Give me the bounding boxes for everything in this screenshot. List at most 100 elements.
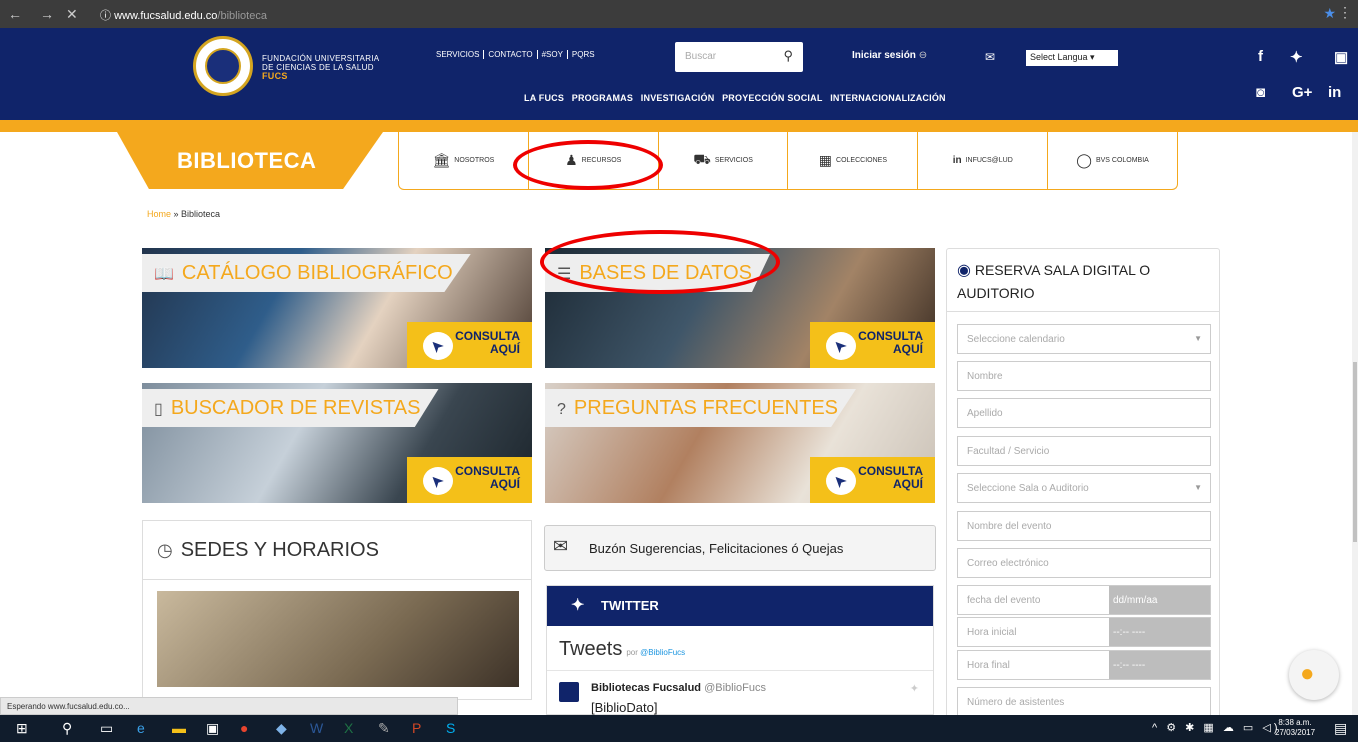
search-icon[interactable]: ⚲ <box>62 720 72 737</box>
account-avatar[interactable] <box>559 682 579 702</box>
hora-inicial-field[interactable]: Hora inicial --:-- ---- <box>957 617 1211 647</box>
site-info-icon[interactable]: ⓘ <box>100 10 111 22</box>
logo-line-1: FUNDACIÓN UNIVERSITARIA <box>262 54 380 63</box>
breadcrumb-separator: » <box>171 209 182 219</box>
notifications-icon[interactable]: ▤ <box>1334 720 1347 737</box>
facebook-icon[interactable]: f <box>1258 48 1263 65</box>
subnav-nosotros[interactable]: 🏛 NOSOTROS <box>399 132 529 189</box>
subnav-bvs-colombia[interactable]: ◯ BVS COLOMBIA <box>1048 132 1177 189</box>
powerpoint-icon[interactable]: P <box>412 720 421 736</box>
hora-final-input[interactable]: --:-- ---- <box>1109 651 1210 679</box>
calendario-select[interactable]: Seleccione calendario ▼ <box>957 324 1211 354</box>
search-box[interactable]: Buscar ⚲ <box>675 42 803 72</box>
twitter-bird-icon: ✦ <box>571 597 585 614</box>
nav-investigacion[interactable]: INVESTIGACIÓN <box>641 93 715 103</box>
caret-icon: ▼ <box>1194 334 1202 343</box>
fucs-logo[interactable] <box>193 36 253 96</box>
store-icon[interactable]: ▣ <box>206 720 219 737</box>
catalogo-banner[interactable]: 📖 CATÁLOGO BIBLIOGRÁFICO CONSULTAAQUÍ <box>142 248 532 368</box>
app-icon[interactable]: ◆ <box>276 720 287 737</box>
back-icon[interactable]: ← <box>8 6 22 22</box>
bookmark-star-icon[interactable]: ★ <box>1323 5 1336 22</box>
preguntas-consulta-button[interactable]: CONSULTAAQUÍ <box>810 457 935 503</box>
hora-final-field[interactable]: Hora final --:-- ---- <box>957 650 1211 680</box>
forward-icon[interactable]: → <box>40 6 54 22</box>
nombre-placeholder: Nombre <box>967 371 1003 382</box>
biblioteca-tab[interactable]: BIBLIOTECA <box>117 132 383 189</box>
orange-stripe <box>0 120 1358 132</box>
word-icon[interactable]: W <box>310 720 323 736</box>
edge-icon[interactable]: e <box>137 720 145 736</box>
top-links: SERVICIOS CONTACTO #SOY PQRS <box>432 50 599 59</box>
twitter-icon[interactable]: ✦ <box>1290 48 1303 66</box>
correo-field[interactable]: Correo electrónico <box>957 548 1211 578</box>
main-nav: LA FUCS PROGRAMAS INVESTIGACIÓN PROYECCI… <box>524 93 951 103</box>
sedes-title[interactable]: ◷ SEDES Y HORARIOS <box>157 539 379 562</box>
hora-inicial-input[interactable]: --:-- ---- <box>1109 618 1210 646</box>
preguntas-banner[interactable]: ? PREGUNTAS FRECUENTES CONSULTAAQUÍ <box>545 383 935 503</box>
status-bar: Esperando www.fucsalud.edu.co... <box>0 697 458 715</box>
paint-icon[interactable]: ✎ <box>378 720 390 737</box>
linkedin-icon[interactable]: in <box>1328 84 1341 101</box>
subnav-infucsalud[interactable]: in INFUCS@LUD <box>918 132 1049 189</box>
browser-toolbar: ← → ✕ ⓘ www.fucsalud.edu.co/biblioteca ★… <box>0 0 1358 28</box>
mail-icon[interactable]: ✉ <box>985 50 995 64</box>
top-link-pqrs[interactable]: PQRS <box>568 50 599 59</box>
file-explorer-icon[interactable]: ▬ <box>172 720 186 736</box>
tweet-author[interactable]: Bibliotecas Fucsalud @BiblioFucs <box>591 682 766 694</box>
browser-menu-icon[interactable]: ⋮ <box>1338 4 1352 21</box>
nav-proyeccion-social[interactable]: PROYECCIÓN SOCIAL <box>722 93 822 103</box>
facultad-field[interactable]: Facultad / Servicio <box>957 436 1211 466</box>
sala-select[interactable]: Seleccione Sala o Auditorio ▼ <box>957 473 1211 503</box>
nav-la-fucs[interactable]: LA FUCS <box>524 93 564 103</box>
system-tray[interactable]: ^ ⚙ ✱ ▦ ☁ ▭ ◁) <box>1152 721 1281 734</box>
breadcrumb-home[interactable]: Home <box>147 209 171 219</box>
correo-placeholder: Correo electrónico <box>967 558 1049 569</box>
windows-start-icon[interactable]: ⊞ <box>16 720 28 737</box>
evento-field[interactable]: Nombre del evento <box>957 511 1211 541</box>
googleplus-icon[interactable]: G+ <box>1292 84 1312 101</box>
bases-datos-consulta-button[interactable]: CONSULTAAQUÍ <box>810 322 935 368</box>
asistentes-field[interactable]: Número de asistentes <box>957 687 1211 717</box>
buzon-text: Buzón Sugerencias, Felicitaciones ó Quej… <box>589 541 844 556</box>
aqui-text: AQUÍ <box>490 477 520 491</box>
chrome-icon[interactable]: ● <box>240 720 248 736</box>
nombre-field[interactable]: Nombre <box>957 361 1211 391</box>
fecha-field[interactable]: fecha del evento dd/mm/aa <box>957 585 1211 615</box>
top-link-soy[interactable]: #SOY <box>538 50 568 59</box>
excel-icon[interactable]: X <box>344 720 353 736</box>
apellido-field[interactable]: Apellido <box>957 398 1211 428</box>
stop-icon[interactable]: ✕ <box>66 6 78 23</box>
login-link[interactable]: Iniciar sesión ⊖ <box>852 50 927 61</box>
reserva-title: ◉ RESERVA SALA DIGITAL O AUDITORIO <box>957 259 1207 304</box>
page-scrollbar[interactable] <box>1352 132 1358 715</box>
task-view-icon[interactable]: ▭ <box>100 720 113 737</box>
youtube-icon[interactable]: ▣ <box>1334 48 1348 66</box>
logo-line-3: FUCS <box>262 71 288 81</box>
sedes-title-text: SEDES Y HORARIOS <box>180 539 379 561</box>
fecha-input[interactable]: dd/mm/aa <box>1109 586 1210 614</box>
revistas-banner[interactable]: ▯ BUSCADOR DE REVISTAS CONSULTAAQUÍ <box>142 383 532 503</box>
language-select[interactable]: Select Langua ▾ <box>1026 50 1118 66</box>
logo-text[interactable]: FUNDACIÓN UNIVERSITARIA DE CIENCIAS DE L… <box>262 54 379 81</box>
instagram-icon[interactable]: ◙ <box>1256 84 1265 101</box>
top-link-servicios[interactable]: SERVICIOS <box>432 50 485 59</box>
address-bar[interactable]: ⓘ www.fucsalud.edu.co/biblioteca <box>100 7 267 23</box>
fecha-label: fecha del evento <box>967 595 1041 606</box>
nav-internacionalizacion[interactable]: INTERNACIONALIZACIÓN <box>830 93 946 103</box>
catalogo-consulta-button[interactable]: CONSULTAAQUÍ <box>407 322 532 368</box>
subnav-servicios[interactable]: ⛟ SERVICIOS <box>659 132 789 189</box>
skype-icon[interactable]: S <box>446 720 455 736</box>
clock-icon: ◷ <box>157 540 173 560</box>
nav-programas[interactable]: PROGRAMAS <box>572 93 633 103</box>
top-link-contacto[interactable]: CONTACTO <box>484 50 538 59</box>
tweets-handle-link[interactable]: @BiblioFucs <box>640 648 685 657</box>
search-icon[interactable]: ⚲ <box>783 48 793 64</box>
clock[interactable]: 8:38 a.m. 27/03/2017 <box>1275 718 1315 738</box>
chat-bubble-button[interactable]: ● <box>1289 650 1339 700</box>
revistas-consulta-button[interactable]: CONSULTAAQUÍ <box>407 457 532 503</box>
buzon-sugerencias-button[interactable]: ✉ Buzón Sugerencias, Felicitaciones ó Qu… <box>544 525 936 571</box>
subnav-colecciones[interactable]: ▦ COLECCIONES <box>788 132 919 189</box>
search-input[interactable]: Buscar <box>685 51 716 62</box>
scrollbar-thumb[interactable] <box>1353 362 1357 542</box>
